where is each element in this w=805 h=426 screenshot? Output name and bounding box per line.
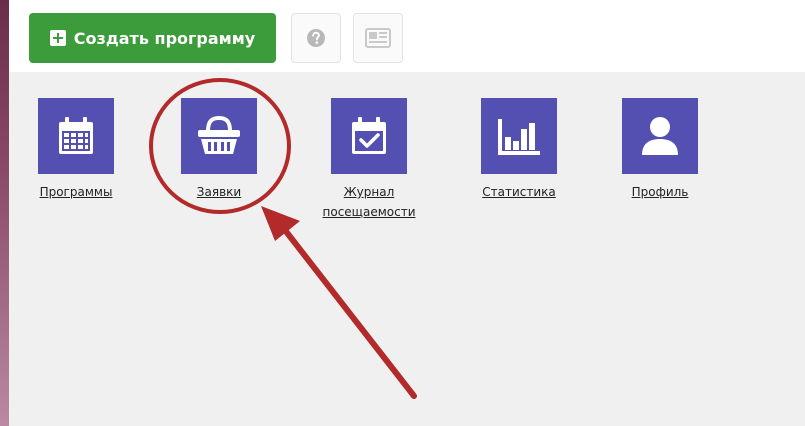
tile-label-programs[interactable]: Программы [11, 182, 141, 202]
print-button[interactable] [353, 13, 403, 63]
calendar-icon [59, 117, 93, 154]
tile-label-profile[interactable]: Профиль [595, 182, 725, 202]
question-circle-icon [307, 29, 325, 47]
tile-attendance-journal[interactable] [331, 98, 407, 174]
create-program-button[interactable]: Создать программу [29, 13, 276, 63]
basket-icon [198, 115, 240, 154]
arrow-head [261, 206, 300, 241]
calendar-check-icon [352, 117, 386, 154]
tile-label-statistics[interactable]: Статистика [454, 182, 584, 202]
newspaper-icon [365, 28, 391, 48]
toolbar: Создать программу [9, 0, 805, 72]
arrow-shaft [278, 222, 417, 399]
tile-requests[interactable] [181, 98, 257, 174]
tile-programs[interactable] [38, 98, 114, 174]
bar-chart-icon [498, 119, 540, 155]
plus-square-icon [49, 30, 66, 46]
user-icon [642, 117, 678, 155]
tile-statistics[interactable] [481, 98, 557, 174]
tile-label-attendance-journal[interactable]: Журнал посещаемости [304, 182, 434, 222]
tile-profile[interactable] [622, 98, 698, 174]
left-edge-decoration [0, 0, 9, 426]
create-program-label: Создать программу [73, 28, 256, 48]
tile-label-requests[interactable]: Заявки [154, 182, 284, 202]
help-button[interactable] [291, 13, 341, 63]
